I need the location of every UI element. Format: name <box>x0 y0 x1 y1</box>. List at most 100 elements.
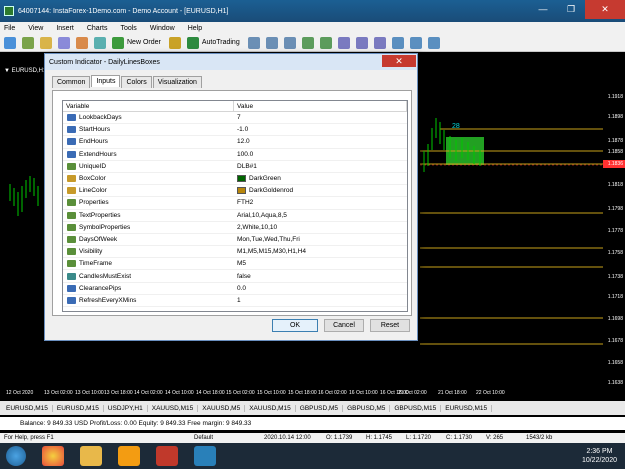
input-row[interactable]: LookbackDays 7 <box>63 112 407 125</box>
column-header-variable[interactable]: Variable <box>63 101 234 111</box>
status-open: O: 1.1739 <box>326 435 353 441</box>
input-row[interactable]: TimeFrame M5 <box>63 258 407 271</box>
chart-tab[interactable]: EURUSD,M15 <box>441 404 493 412</box>
candlestick-icon[interactable] <box>265 36 278 49</box>
input-row[interactable]: SymbolProperties 2,White,10,10 <box>63 222 407 234</box>
maximize-button[interactable]: ❐ <box>557 0 585 19</box>
menu-help[interactable]: Help <box>188 25 202 32</box>
menu-view[interactable]: View <box>28 25 43 32</box>
value-cell[interactable]: false <box>234 270 407 281</box>
new-order-button[interactable]: New Order <box>112 36 161 49</box>
ok-button[interactable]: OK <box>272 319 318 332</box>
num-type-icon <box>67 114 76 122</box>
market-watch-icon[interactable] <box>40 36 52 49</box>
value-cell[interactable]: M5 <box>234 258 407 269</box>
terminal-icon[interactable] <box>76 36 88 49</box>
cancel-button[interactable]: Cancel <box>324 319 364 332</box>
start-button[interactable] <box>6 446 26 466</box>
autoscroll-icon[interactable] <box>373 36 386 49</box>
tile-windows-icon[interactable] <box>337 36 350 49</box>
tester-icon[interactable] <box>94 36 106 49</box>
value-cell[interactable]: Arial,10,Aqua,8,5 <box>234 210 407 221</box>
chart-tab[interactable]: EURUSD,M15 <box>53 404 104 412</box>
value-cell[interactable]: 0.0 <box>234 283 407 294</box>
value-cell[interactable]: 12.0 <box>234 136 407 147</box>
new-chart-icon[interactable] <box>4 36 16 49</box>
tab-inputs[interactable]: Inputs <box>91 75 121 87</box>
input-row[interactable]: UniqueID DLB#1 <box>63 161 407 173</box>
navigator-icon[interactable] <box>58 36 70 49</box>
bar-chart-icon[interactable] <box>247 36 260 49</box>
dialog-close-button[interactable]: ✕ <box>382 55 416 67</box>
column-header-value[interactable]: Value <box>234 101 407 111</box>
tab-colors[interactable]: Colors <box>121 76 152 88</box>
input-row[interactable]: Properties FTH2 <box>63 197 407 210</box>
minimize-button[interactable]: — <box>529 0 557 19</box>
zoom-in-icon[interactable] <box>301 36 314 49</box>
input-row[interactable]: ExtendHours 100.0 <box>63 149 407 161</box>
status-bar: For Help, press F1 Default 2020.10.14 12… <box>0 433 625 443</box>
tab-visualization[interactable]: Visualization <box>152 76 202 88</box>
input-row[interactable]: EndHours 12.0 <box>63 136 407 149</box>
profiles-icon[interactable] <box>22 36 34 49</box>
input-row[interactable]: DaysOfWeek Mon,Tue,Wed,Thu,Fri <box>63 234 407 247</box>
file-explorer-icon[interactable] <box>80 446 102 466</box>
menu-charts[interactable]: Charts <box>87 25 108 32</box>
input-row[interactable]: CandlesMustExist false <box>63 270 407 283</box>
value-cell[interactable]: DarkGreen <box>234 173 407 184</box>
time-label: 15 Oct 10:00 <box>257 390 286 396</box>
input-row[interactable]: Visibility M1,M5,M15,M30,H1,H4 <box>63 246 407 259</box>
chart-tab[interactable]: USDJPY,H1 <box>104 404 148 412</box>
app-gear-icon[interactable] <box>156 446 178 466</box>
chart-tab[interactable]: XAUUSD,M15 <box>245 404 296 412</box>
menu-file[interactable]: File <box>4 25 15 32</box>
vlc-icon[interactable] <box>118 446 140 466</box>
value-cell[interactable]: DLB#1 <box>234 161 407 172</box>
clock-date: 10/22/2020 <box>581 457 617 464</box>
zoom-out-icon[interactable] <box>319 36 332 49</box>
input-row[interactable]: ClearancePips 0.0 <box>63 283 407 295</box>
autotrading-button[interactable]: AutoTrading <box>186 36 240 49</box>
chart-tab[interactable]: XAUUSD,M15 <box>148 404 199 412</box>
value-cell[interactable]: 7 <box>234 112 407 123</box>
value-cell[interactable]: 100.0 <box>234 149 407 160</box>
templates-icon[interactable] <box>427 36 440 49</box>
value-cell[interactable]: -1.0 <box>234 124 407 135</box>
reset-button[interactable]: Reset <box>370 319 410 332</box>
value-cell[interactable]: 2,White,10,10 <box>234 222 407 233</box>
str-type-icon <box>67 223 76 231</box>
price-label: 1.1878 <box>607 138 623 144</box>
chart-tab[interactable]: GBPUSD,M15 <box>390 404 442 412</box>
menu-bar: File View Insert Charts Tools Window Hel… <box>0 22 625 34</box>
tab-common[interactable]: Common <box>52 76 91 88</box>
value-cell[interactable]: Mon,Tue,Wed,Thu,Fri <box>234 234 407 245</box>
input-row[interactable]: RefreshEveryXMins 1 <box>63 295 407 307</box>
input-row[interactable]: BoxColor DarkGreen <box>63 173 407 186</box>
chart-tab[interactable]: EURUSD,M15 <box>2 404 53 412</box>
chrome-icon[interactable] <box>42 446 64 466</box>
close-window-button[interactable]: ✕ <box>585 0 625 19</box>
periods-icon[interactable] <box>409 36 422 49</box>
chart-tab[interactable]: XAUUSD,M5 <box>198 404 246 412</box>
input-row[interactable]: StartHours -1.0 <box>63 124 407 137</box>
value-cell[interactable]: DarkGoldenrod <box>234 185 407 196</box>
variable-cell: SymbolProperties <box>63 222 234 233</box>
chart-tab[interactable]: GBPUSD,M5 <box>296 404 344 412</box>
chart-shift-icon[interactable] <box>355 36 368 49</box>
clock[interactable]: 2:36 PM 10/22/2020 <box>582 447 617 465</box>
input-row[interactable]: TextProperties Arial,10,Aqua,8,5 <box>63 210 407 222</box>
line-chart-icon[interactable] <box>283 36 296 49</box>
chart-tab[interactable]: GBPUSD,M5 <box>343 404 391 412</box>
value-cell[interactable]: FTH2 <box>234 197 407 208</box>
metaeditor-icon[interactable] <box>168 36 181 49</box>
variable-cell: CandlesMustExist <box>63 270 234 281</box>
value-cell[interactable]: 1 <box>234 295 407 306</box>
value-cell[interactable]: M1,M5,M15,M30,H1,H4 <box>234 246 407 257</box>
variable-cell: UniqueID <box>63 161 234 172</box>
metatrader-icon[interactable] <box>194 446 216 466</box>
menu-tools[interactable]: Tools <box>120 25 136 32</box>
input-row[interactable]: LineColor DarkGoldenrod <box>63 185 407 198</box>
menu-window[interactable]: Window <box>150 25 175 32</box>
indicators-icon[interactable] <box>391 36 404 49</box>
menu-insert[interactable]: Insert <box>56 25 74 32</box>
